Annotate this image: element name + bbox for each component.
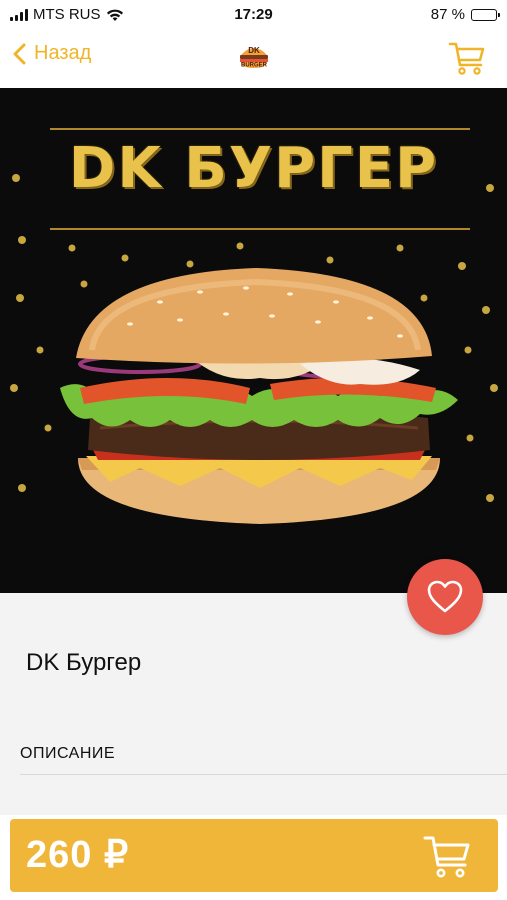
back-button[interactable]: Назад [12, 42, 91, 65]
cart-icon[interactable] [447, 38, 487, 78]
logo-text-bottom: BURGER [241, 63, 268, 69]
product-price: 260 ₽ [26, 834, 130, 876]
chevron-left-icon [13, 43, 26, 64]
add-to-cart-button[interactable]: 260 ₽ [10, 819, 498, 892]
cart-icon [423, 836, 470, 878]
status-bar: MTS RUS 17:29 87 % [0, 0, 507, 32]
description-label[interactable]: ОПИСАНИЕ [20, 745, 115, 763]
product-name: DK Бургер [26, 649, 142, 676]
divider [20, 774, 507, 775]
product-image: DK БУРГЕР [0, 88, 507, 593]
burger-illustration [10, 174, 498, 524]
nav-bar: Назад DK BURGER [0, 32, 507, 88]
dk-burger-logo: DK BURGER [236, 39, 272, 75]
battery-icon [471, 8, 500, 21]
heart-icon [427, 580, 463, 613]
battery-percent: 87 % [430, 6, 465, 23]
back-label: Назад [34, 42, 92, 64]
battery-info: 87 % [430, 6, 500, 23]
logo-text-top: DK [248, 46, 260, 55]
favorite-button[interactable] [407, 559, 483, 635]
